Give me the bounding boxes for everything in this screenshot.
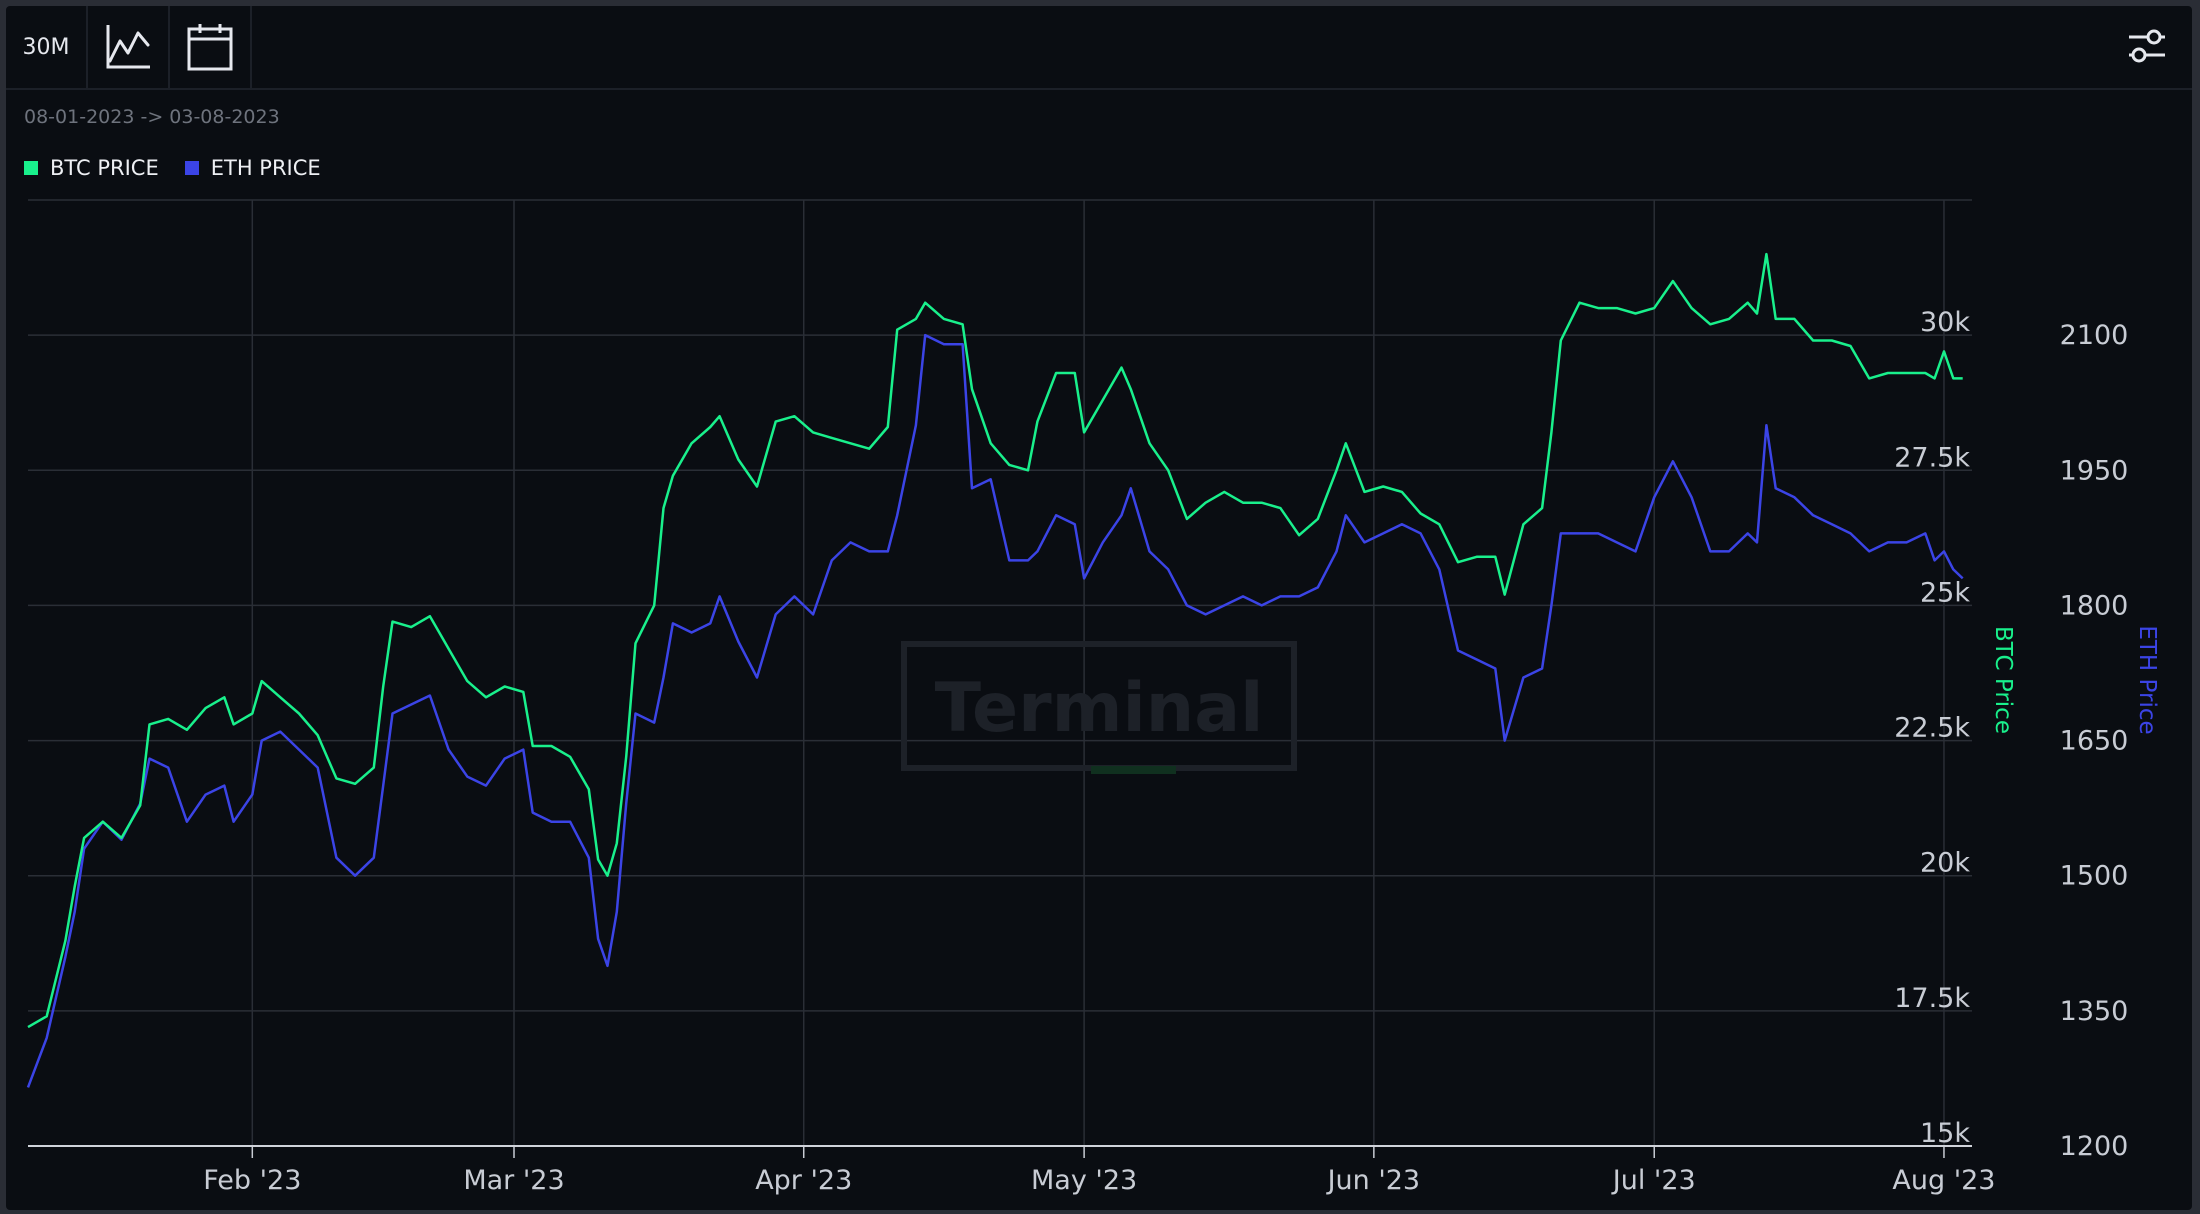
- price-chart[interactable]: Feb '23 Mar '23 Apr '23 May '23 Jun '23 Jul '…: [6, 6, 2192, 1210]
- x-tick-label: Feb '23: [203, 1165, 301, 1196]
- eth-y-tick-label: 1650: [2060, 726, 2129, 757]
- eth-y-tick-label: 1500: [2060, 861, 2129, 892]
- eth-y-tick-label: 1350: [2060, 996, 2129, 1027]
- x-tick-label: Jun '23: [1326, 1165, 1421, 1196]
- eth-axis-title: ETH Price: [2134, 625, 2160, 734]
- btc-y-tick-label: 15k: [1920, 1118, 1970, 1149]
- btc-y-tick-label: 25k: [1920, 577, 1970, 608]
- watermark-underline: [1091, 766, 1176, 774]
- eth-y-tick-label: 1800: [2060, 590, 2129, 621]
- x-tick-label: Mar '23: [463, 1165, 564, 1196]
- btc-y-tick-label: 27.5k: [1894, 442, 1970, 473]
- eth-y-tick-label: 1200: [2060, 1131, 2129, 1162]
- chart-panel: 30M 08-01-2023 -> 03-08-2023 BTC PRICE E…: [6, 6, 2192, 1210]
- btc-y-tick-label: 22.5k: [1894, 713, 1970, 744]
- x-tick-label: Jul '23: [1611, 1165, 1696, 1196]
- x-tick-label: Aug '23: [1892, 1165, 1995, 1196]
- eth-y-tick-label: 2100: [2060, 320, 2129, 351]
- btc-y-tick-label: 20k: [1920, 848, 1970, 879]
- btc-y-tick-label: 17.5k: [1894, 983, 1970, 1014]
- x-tick-label: May '23: [1031, 1165, 1137, 1196]
- btc-y-tick-label: 30k: [1920, 307, 1970, 338]
- watermark-text: Terminal: [935, 669, 1264, 748]
- btc-axis-title: BTC Price: [1990, 626, 2016, 734]
- eth-y-tick-label: 1950: [2060, 455, 2129, 486]
- btc-price-line: [27, 252, 1963, 1029]
- x-tick-label: Apr '23: [755, 1165, 852, 1196]
